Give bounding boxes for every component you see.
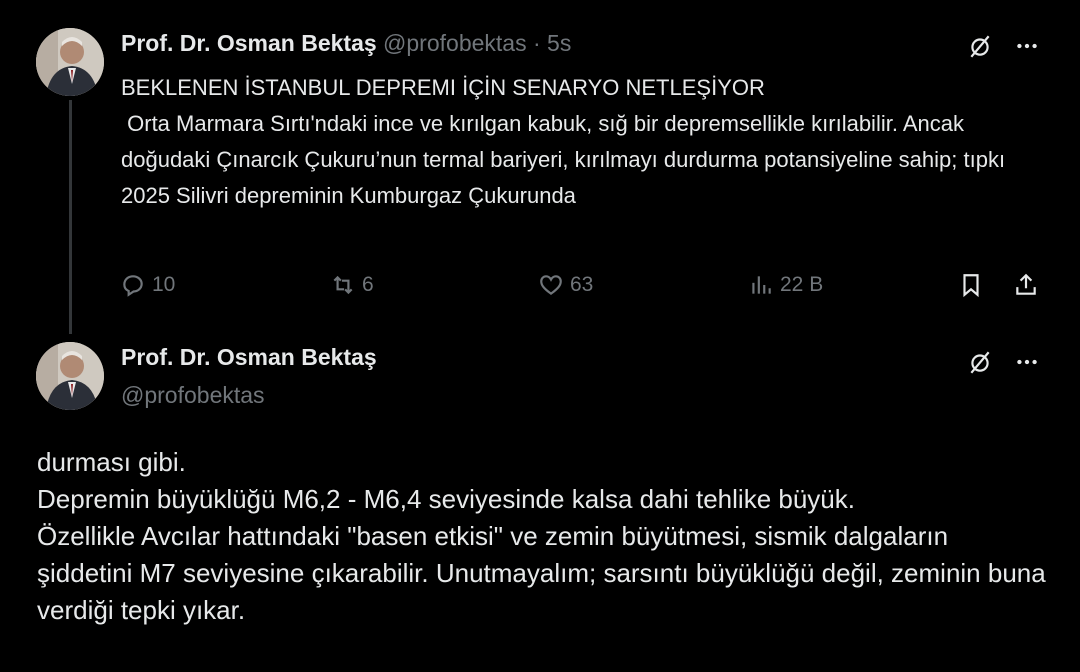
author-handle[interactable]: @profobektas [121, 382, 265, 409]
grok-slash-icon[interactable] [964, 346, 996, 378]
views-count: 22 B [780, 273, 824, 296]
repost-button[interactable]: 6 [330, 268, 374, 302]
share-icon [1016, 273, 1036, 295]
repost-icon [333, 275, 353, 295]
like-count: 63 [570, 273, 594, 296]
more-dots-icon[interactable] [1010, 346, 1044, 378]
views-button[interactable]: 22 B [748, 268, 823, 302]
tweet-title: BEKLENEN İSTANBUL DEPREMI İÇİN SENARYO N… [121, 75, 765, 100]
heart-icon [540, 275, 562, 295]
tweet-body: durması gibi. Depremin büyüklüğü M6,2 - … [37, 447, 1046, 625]
reply-bubble-icon [123, 275, 143, 297]
tweet-actions: 10 6 63 22 B [120, 268, 1050, 302]
grok-slash-icon[interactable] [964, 30, 996, 62]
tweet-header: Prof. Dr. Osman Bektaş @profobektas · 5s [121, 30, 571, 57]
bookmark-icon [963, 274, 979, 298]
reply-count: 10 [152, 273, 176, 296]
tweet-text: BEKLENEN İSTANBUL DEPREMI İÇİN SENARYO N… [121, 70, 1021, 214]
reply-button[interactable]: 10 [120, 268, 175, 302]
author-name[interactable]: Prof. Dr. Osman Bektaş [121, 344, 377, 371]
author-name[interactable]: Prof. Dr. Osman Bektaş [121, 30, 377, 56]
dot-separator: · [532, 30, 541, 56]
avatar[interactable] [36, 28, 104, 96]
more-dots-icon[interactable] [1010, 30, 1044, 62]
like-button[interactable]: 63 [538, 268, 593, 302]
share-button[interactable] [1013, 268, 1039, 302]
bookmark-button[interactable] [958, 268, 984, 302]
author-handle[interactable]: @profobektas [383, 30, 527, 56]
repost-count: 6 [362, 273, 374, 296]
tweet-body: Orta Marmara Sırtı'ndaki ince ve kırılga… [121, 111, 1012, 208]
avatar[interactable] [36, 342, 104, 410]
views-bars-icon [752, 276, 771, 294]
thread-line [69, 100, 72, 334]
tweet-time[interactable]: 5s [547, 30, 571, 56]
